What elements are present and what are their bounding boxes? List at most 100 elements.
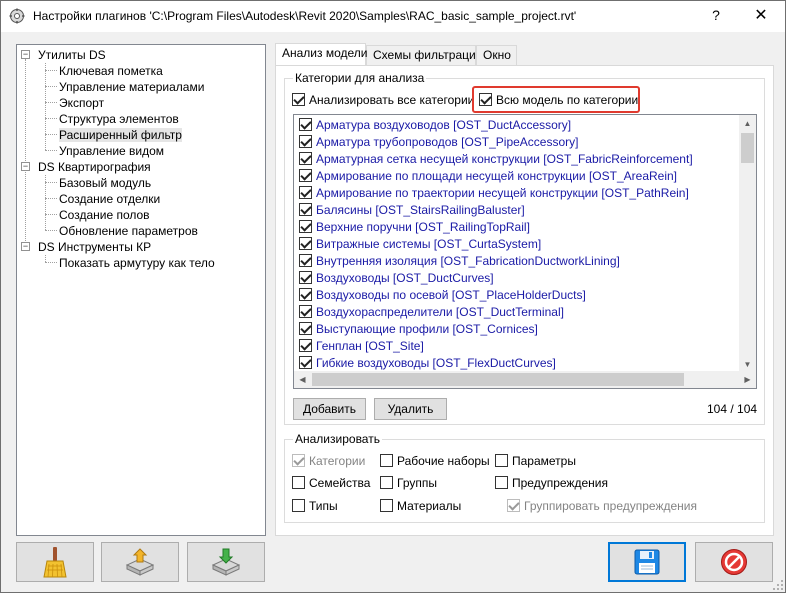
category-checkbox[interactable] <box>299 220 312 233</box>
analyze-all-checkbox[interactable] <box>292 93 305 106</box>
disk-export-icon <box>211 548 241 576</box>
category-checkbox[interactable] <box>299 254 312 267</box>
tree-item-label: Структура элементов <box>59 112 179 126</box>
save-button[interactable] <box>608 542 686 582</box>
groups-checkbox[interactable] <box>380 476 393 489</box>
category-checkbox[interactable] <box>299 169 312 182</box>
category-checkbox[interactable] <box>299 237 312 250</box>
worksets-checkbox[interactable] <box>380 454 393 467</box>
tree-connector <box>45 230 57 231</box>
category-checkbox[interactable] <box>299 322 312 335</box>
list-item[interactable]: Воздухораспределители [OST_DuctTerminal] <box>294 304 740 321</box>
list-item[interactable]: Воздуховоды по осевой [OST_PlaceHolderDu… <box>294 287 740 304</box>
tree-connector <box>45 118 57 119</box>
tree-item[interactable]: Ключевая пометка <box>59 63 163 79</box>
whole-model-checkbox[interactable] <box>479 93 492 106</box>
delete-button[interactable]: Удалить <box>374 398 447 420</box>
list-item[interactable]: Внутренняя изоляция [OST_FabricationDuct… <box>294 253 740 270</box>
cancel-button[interactable] <box>695 542 773 582</box>
list-item[interactable]: Балясины [OST_StairsRailingBaluster] <box>294 202 740 219</box>
list-item[interactable]: Арматурная сетка несущей конструкции [OS… <box>294 151 740 168</box>
tree-item[interactable]: Показать армутуру как тело <box>59 255 215 271</box>
export-button[interactable] <box>187 542 265 582</box>
category-checkbox[interactable] <box>299 356 312 369</box>
tree-connector <box>45 70 57 71</box>
tree-group-label: DS Квартирография <box>38 160 151 174</box>
list-item[interactable]: Армирование по площади несущей конструкц… <box>294 168 740 185</box>
collapse-icon[interactable]: − <box>21 242 30 251</box>
list-item[interactable]: Воздуховоды [OST_DuctCurves] <box>294 270 740 287</box>
disk-import-icon <box>125 548 155 576</box>
category-checkbox[interactable] <box>299 271 312 284</box>
category-label: Внутренняя изоляция [OST_FabricationDuct… <box>316 254 620 268</box>
tree-item[interactable]: Структура элементов <box>59 111 179 127</box>
tree-connector <box>45 262 57 263</box>
add-button[interactable]: Добавить <box>293 398 366 420</box>
tab-window[interactable]: Окно <box>476 45 517 65</box>
floppy-save-icon <box>634 549 660 575</box>
close-button[interactable]: ✕ <box>741 5 781 27</box>
warnings-checkbox[interactable] <box>495 476 508 489</box>
clear-button[interactable] <box>16 542 94 582</box>
types-checkbox[interactable] <box>292 499 305 512</box>
title-bar: Настройки плагинов 'C:\Program Files\Aut… <box>1 1 785 32</box>
tree-item[interactable]: Создание отделки <box>59 191 160 207</box>
list-item[interactable]: Армирование по траектории несущей констр… <box>294 185 740 202</box>
parameters-checkbox[interactable] <box>495 454 508 467</box>
category-label: Гибкие воздуховоды [OST_FlexDuctCurves] <box>316 356 556 370</box>
category-checkbox[interactable] <box>299 118 312 131</box>
category-checkbox[interactable] <box>299 339 312 352</box>
category-checkbox[interactable] <box>299 288 312 301</box>
plugin-tree[interactable]: − Утилиты DS Ключевая пометка Управление… <box>16 44 266 536</box>
category-checkbox[interactable] <box>299 186 312 199</box>
collapse-icon[interactable]: − <box>21 50 30 59</box>
scroll-right-icon[interactable]: ▶ <box>739 371 756 388</box>
tree-connector <box>45 86 57 87</box>
tree-item-selected[interactable]: Расширенный фильтр <box>59 127 182 143</box>
category-checkbox[interactable] <box>299 203 312 216</box>
import-button[interactable] <box>101 542 179 582</box>
help-button[interactable]: ? <box>701 7 731 27</box>
list-item[interactable]: Генплан [OST_Site] <box>294 338 740 355</box>
list-item[interactable]: Гибкие воздуховоды [OST_FlexDuctCurves] <box>294 355 740 372</box>
scroll-left-icon[interactable]: ◀ <box>294 371 311 388</box>
analyze-legend: Анализировать <box>293 432 382 446</box>
families-checkbox[interactable] <box>292 476 305 489</box>
category-label: Воздуховоды по осевой [OST_PlaceHolderDu… <box>316 288 586 302</box>
scroll-thumb[interactable] <box>741 133 754 163</box>
tree-item[interactable]: Создание полов <box>59 207 150 223</box>
analyze-all-label: Анализировать все категории <box>309 93 475 107</box>
tree-item-label: Управление материалами <box>59 80 205 94</box>
tree-item[interactable]: Базовый модуль <box>59 175 151 191</box>
category-label: Армирование по площади несущей конструкц… <box>316 169 678 183</box>
tab-model-analysis[interactable]: Анализ модели <box>275 43 368 65</box>
category-list[interactable]: Арматура воздуховодов [OST_DuctAccessory… <box>293 114 757 389</box>
gear-icon <box>9 8 25 24</box>
tree-item-label: Создание отделки <box>59 192 161 206</box>
tree-item[interactable]: Обновление параметров <box>59 223 198 239</box>
horizontal-scrollbar[interactable]: ◀ ▶ <box>294 371 756 388</box>
tree-item-label: Расширенный фильтр <box>59 128 182 142</box>
list-item[interactable]: Верхние поручни [OST_RailingTopRail] <box>294 219 740 236</box>
category-checkbox[interactable] <box>299 135 312 148</box>
scroll-up-icon[interactable]: ▲ <box>739 115 756 132</box>
category-checkbox[interactable] <box>299 305 312 318</box>
list-item[interactable]: Витражные системы [OST_CurtaSystem] <box>294 236 740 253</box>
category-checkbox[interactable] <box>299 152 312 165</box>
tree-item[interactable]: Управление материалами <box>59 79 204 95</box>
tree-connector <box>45 134 57 135</box>
group-warnings-checkbox[interactable] <box>507 499 520 512</box>
tree-item[interactable]: Экспорт <box>59 95 104 111</box>
collapse-icon[interactable]: − <box>21 162 30 171</box>
list-item[interactable]: Арматура воздуховодов [OST_DuctAccessory… <box>294 117 740 134</box>
resize-grip-icon[interactable] <box>773 580 783 590</box>
tree-item[interactable]: Управление видом <box>59 143 164 159</box>
list-item[interactable]: Выступающие профили [OST_Cornices] <box>294 321 740 338</box>
list-item[interactable]: Арматура трубопроводов [OST_PipeAccessor… <box>294 134 740 151</box>
tab-filter-schemes[interactable]: Схемы фильтрации <box>366 45 482 65</box>
categories-checkbox[interactable] <box>292 454 305 467</box>
tree-connector <box>45 182 57 183</box>
vertical-scrollbar[interactable]: ▲ ▼ <box>739 115 756 373</box>
scroll-thumb[interactable] <box>312 373 684 386</box>
materials-checkbox[interactable] <box>380 499 393 512</box>
